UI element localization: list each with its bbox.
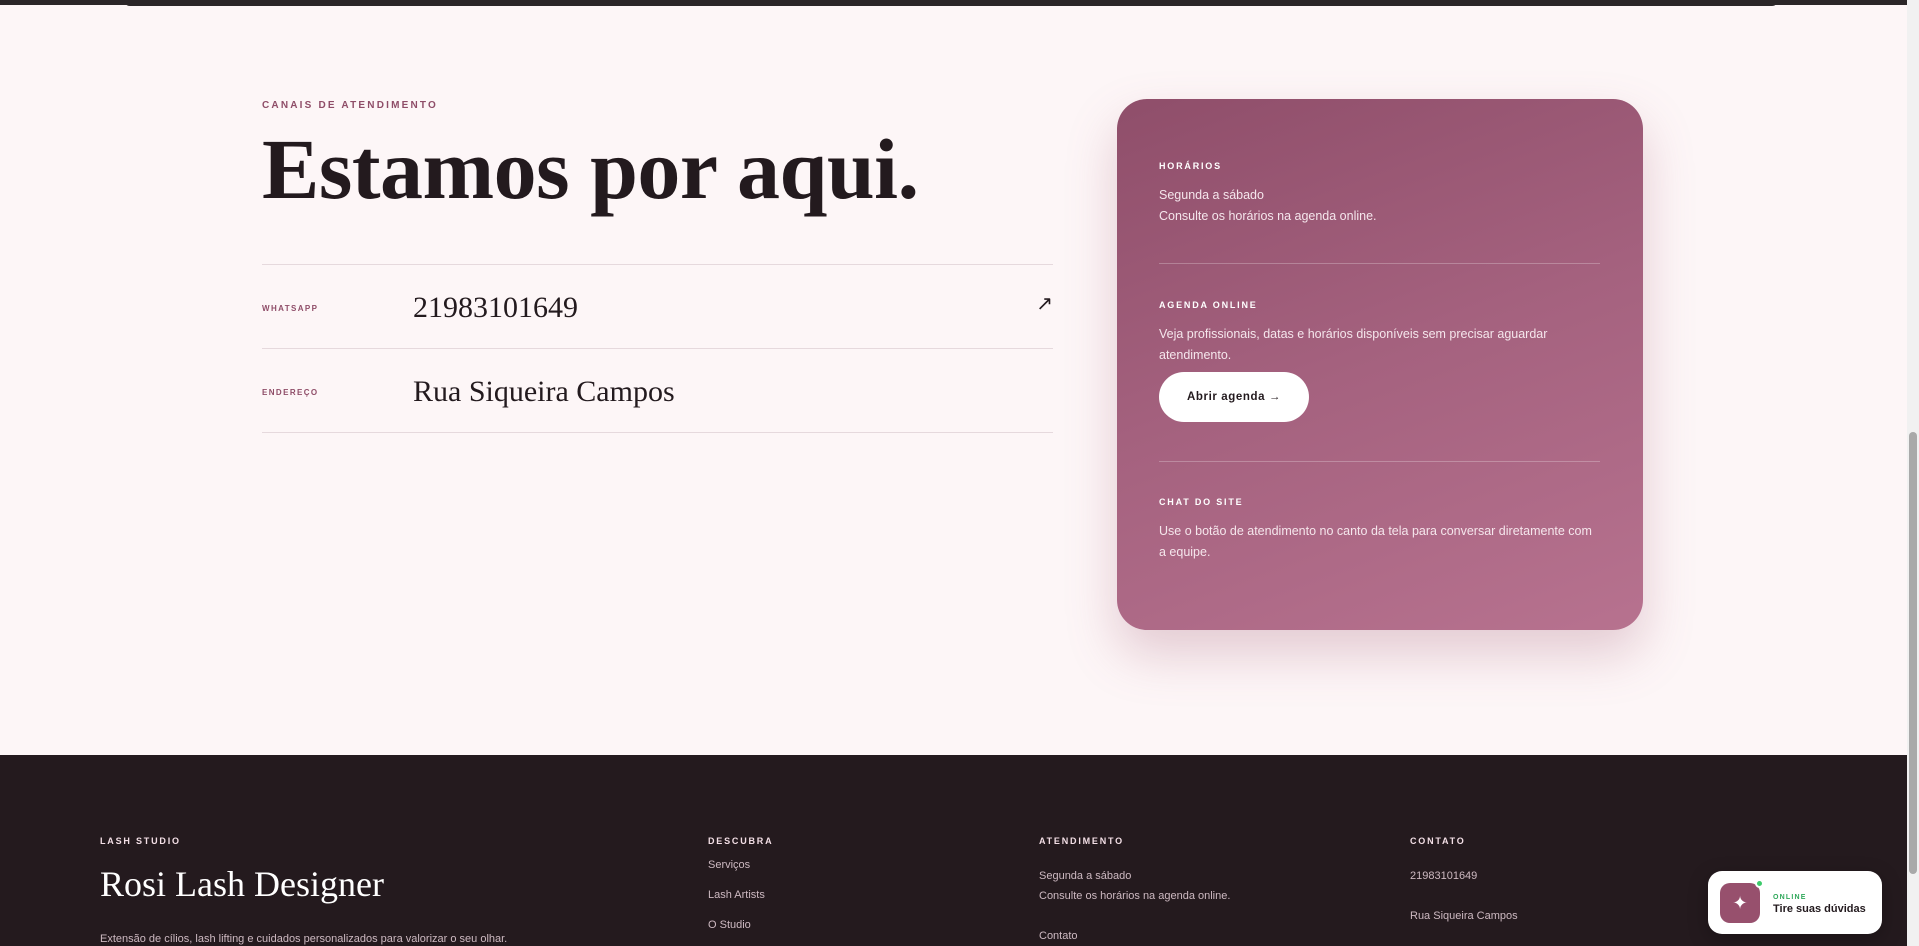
agenda-block: AGENDA ONLINE Veja profissionais, datas … [1159, 300, 1600, 366]
hours-block: HORÁRIOS Segunda a sábado Consulte os ho… [1159, 161, 1600, 227]
footer-brand-eyebrow: LASH STUDIO [100, 836, 181, 846]
agenda-title: AGENDA ONLINE [1159, 300, 1258, 310]
footer-discover-title: DESCUBRA [708, 836, 774, 846]
page-scrollbar[interactable] [1907, 0, 1919, 946]
address-label: ENDEREÇO [262, 388, 319, 397]
section-headline: Estamos por aqui. [262, 121, 919, 217]
whatsapp-number: 21983101649 [413, 291, 578, 324]
arrow-up-right-icon: ↗ [1036, 293, 1053, 315]
hours-line-1: Segunda a sábado [1159, 188, 1264, 202]
chat-text: Use o botão de atendimento no canto da t… [1159, 524, 1592, 559]
contact-section: CANAIS DE ATENDIMENTO Estamos por aqui. … [0, 12, 1907, 755]
footer-link-services[interactable]: Serviços [708, 859, 750, 871]
hours-text: Segunda a sábado Consulte os horários na… [1159, 185, 1600, 227]
whatsapp-row[interactable]: WHATSAPP 21983101649 ↗ [262, 265, 1053, 349]
footer-contact-phone[interactable]: 21983101649 [1410, 870, 1477, 882]
footer-brand-name: Rosi Lash Designer [100, 864, 384, 904]
info-card: HORÁRIOS Segunda a sábado Consulte os ho… [1117, 99, 1643, 630]
address-value: Rua Siqueira Campos [413, 375, 675, 408]
section-eyebrow: CANAIS DE ATENDIMENTO [262, 100, 439, 111]
footer-link-studio[interactable]: O Studio [708, 919, 751, 931]
agenda-text: Veja profissionais, datas e horários dis… [1159, 327, 1548, 362]
whatsapp-label: WHATSAPP [262, 304, 319, 313]
chat-prompt: Tire suas dúvidas [1773, 903, 1866, 915]
scrollbar-thumb[interactable] [1909, 432, 1917, 874]
footer-contact-address: Rua Siqueira Campos [1410, 910, 1518, 922]
chat-status: ONLINE [1773, 894, 1807, 901]
footer-link-contact[interactable]: Contato [1039, 930, 1078, 942]
hours-line-2: Consulte os horários na agenda online. [1159, 209, 1377, 223]
top-edge [0, 0, 1907, 12]
online-indicator [1755, 879, 1764, 888]
site-footer: LASH STUDIO Rosi Lash Designer Extensão … [0, 755, 1907, 946]
footer-service-days: Segunda a sábado [1039, 870, 1132, 882]
open-agenda-button[interactable]: Abrir agenda → [1159, 372, 1309, 422]
footer-service-note: Consulte os horários na agenda online. [1039, 890, 1231, 902]
footer-contact-title: CONTATO [1410, 836, 1466, 846]
hours-title: HORÁRIOS [1159, 161, 1222, 171]
footer-service-title: ATENDIMENTO [1039, 836, 1124, 846]
chat-title: CHAT DO SITE [1159, 497, 1244, 507]
top-pill [124, 0, 1778, 6]
footer-link-lash-artists[interactable]: Lash Artists [708, 889, 765, 901]
address-row: ENDEREÇO Rua Siqueira Campos [262, 349, 1053, 433]
sparkle-icon: ✦ [1720, 883, 1760, 923]
chat-widget-button[interactable]: ✦ ONLINE Tire suas dúvidas [1708, 871, 1882, 934]
contact-list: WHATSAPP 21983101649 ↗ ENDEREÇO Rua Siqu… [262, 264, 1053, 433]
card-divider [1159, 461, 1600, 462]
chat-block: CHAT DO SITE Use o botão de atendimento … [1159, 497, 1600, 563]
card-divider [1159, 263, 1600, 264]
footer-brand-desc: Extensão de cílios, lash lifting e cuida… [100, 933, 508, 945]
